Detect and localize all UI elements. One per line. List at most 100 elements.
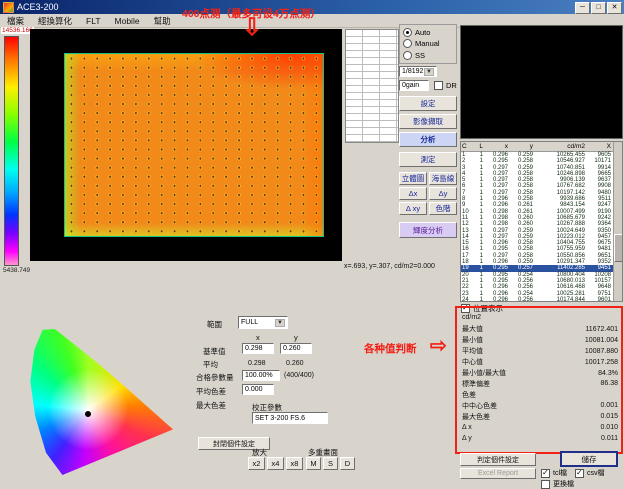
- solid-view-button[interactable]: 立體圖: [399, 172, 427, 185]
- capture-button[interactable]: 影像擷取: [399, 114, 457, 129]
- position-display-label: 位置表示: [473, 303, 503, 314]
- pass-rate-label: 合格參數量: [196, 372, 234, 383]
- chevron-down-icon[interactable]: ▼: [424, 68, 434, 76]
- file-option-checkbox[interactable]: [541, 469, 550, 478]
- file-option-row[interactable]: tcl檔: [541, 468, 567, 478]
- col-header-c[interactable]: C: [461, 142, 473, 151]
- radio-icon[interactable]: [403, 28, 412, 37]
- menu-item[interactable]: 幫助: [147, 15, 178, 27]
- color-steps-button[interactable]: 色階: [429, 202, 457, 215]
- pass-count: (400/400): [284, 372, 314, 379]
- annotation-side-text: 各种值判断: [364, 341, 417, 356]
- column-y-label: y: [294, 333, 298, 342]
- table-row[interactable]: 24 1 0.296 0.256 10174.844 9601: [461, 297, 622, 302]
- table-body: 1 1 0.296 0.259 10265.455 9605 2 1 0.295…: [461, 152, 622, 302]
- capture-mode-radio[interactable]: SS: [403, 51, 453, 60]
- multiview-button[interactable]: S: [323, 457, 338, 470]
- capture-mode-group: Auto Manual SS: [399, 24, 457, 64]
- file-options: tcl檔 csv檔 更換檔: [541, 468, 623, 489]
- cie-chromaticity-diagram: [28, 318, 186, 476]
- zoom-button[interactable]: x2: [248, 457, 265, 470]
- radio-icon[interactable]: [403, 51, 412, 60]
- col-header-x[interactable]: x: [483, 142, 508, 151]
- range-select[interactable]: FULL ▼: [238, 316, 288, 329]
- result-item: 最大色差 0.015: [462, 411, 618, 422]
- dr-checkbox-row[interactable]: DR: [434, 81, 457, 90]
- file-option-row[interactable]: 更換檔: [541, 479, 574, 489]
- maximize-button[interactable]: □: [591, 2, 606, 14]
- radio-label: Manual: [415, 39, 440, 48]
- contour-view-button[interactable]: 海島線: [429, 172, 457, 185]
- cie-horseshoe: [28, 318, 186, 476]
- result-item: 標準偏差 86.38: [462, 378, 618, 389]
- delta-x-button[interactable]: Δx: [399, 187, 427, 200]
- excel-report-button[interactable]: Excel Report: [460, 468, 536, 479]
- gain-field[interactable]: 0gain: [399, 80, 429, 91]
- delta-y-button[interactable]: Δy: [429, 187, 457, 200]
- gain-value: 0gain: [402, 82, 419, 89]
- position-display-row[interactable]: 位置表示: [461, 303, 503, 314]
- radio-label: Auto: [415, 28, 430, 37]
- save-button[interactable]: 儲存: [560, 451, 618, 467]
- average-y-value: 0.260: [286, 360, 304, 367]
- result-item: 最大值 11672.401: [462, 324, 618, 335]
- pass-rate-field[interactable]: 100.00%: [242, 370, 280, 381]
- luminance-heatmap[interactable]: [64, 53, 324, 237]
- file-option-checkbox[interactable]: [541, 480, 550, 489]
- analyze-button[interactable]: 分析: [399, 132, 457, 147]
- multiview-button[interactable]: M: [306, 457, 321, 470]
- dr-checkbox[interactable]: [434, 81, 443, 90]
- scrollbar-thumb[interactable]: [614, 234, 623, 262]
- file-option-label: csv檔: [587, 468, 605, 478]
- close-button[interactable]: ✕: [607, 2, 622, 14]
- delta-xy-button[interactable]: Δ xy: [399, 202, 427, 215]
- multiview-button[interactable]: D: [340, 457, 355, 470]
- measurement-table[interactable]: C L x y cd/m2 X 1 1 0.296 0.259 10265.45…: [460, 141, 623, 302]
- heatmap-canvas[interactable]: [30, 29, 342, 261]
- avg-diff-field[interactable]: 0.000: [242, 384, 274, 395]
- result-item: 最小值 10081.004: [462, 335, 618, 346]
- dr-label: DR: [446, 81, 457, 90]
- col-header-l[interactable]: L: [473, 142, 483, 151]
- table-header: C L x y cd/m2 X: [461, 142, 622, 152]
- results-unit: cd/m2: [462, 314, 618, 324]
- menu-item[interactable]: 檔案: [0, 15, 31, 27]
- reference-label: 基準值: [203, 346, 226, 357]
- reference-x-field[interactable]: 0.298: [242, 343, 274, 354]
- radio-icon[interactable]: [403, 39, 412, 48]
- col-header-cdm2[interactable]: cd/m2: [533, 142, 585, 151]
- file-option-row[interactable]: csv檔: [575, 468, 605, 478]
- file-option-checkbox[interactable]: [575, 469, 584, 478]
- zoom-button[interactable]: x8: [286, 457, 303, 470]
- capture-mode-radio[interactable]: Auto: [403, 28, 453, 37]
- range-label: 範圍: [207, 319, 222, 330]
- measure-button[interactable]: 測定: [399, 152, 457, 167]
- window-title: ACE3-200: [17, 2, 59, 12]
- max-diff-label: 最大色差: [196, 400, 226, 411]
- calibration-field[interactable]: SET 3-200 FS.6: [252, 412, 328, 424]
- menu-item[interactable]: 經換算化: [31, 15, 79, 27]
- judge-settings-button[interactable]: 判定個件設定: [460, 453, 536, 466]
- chevron-down-icon[interactable]: ▼: [275, 319, 285, 327]
- luminance-analysis-button[interactable]: 輝度分析: [399, 222, 457, 238]
- col-header-y[interactable]: y: [508, 142, 533, 151]
- reference-y-field[interactable]: 0.260: [280, 343, 312, 354]
- capture-mode-radio[interactable]: Manual: [403, 39, 453, 48]
- result-item: 色差: [462, 389, 618, 400]
- camera-preview: [460, 25, 623, 139]
- scale-min-value: 5438.749: [3, 267, 30, 274]
- settings-button[interactable]: 設定: [399, 96, 457, 111]
- empty-data-grid: [345, 29, 399, 143]
- app-icon: [3, 2, 14, 13]
- menu-item[interactable]: FLT: [79, 16, 107, 26]
- menu-item[interactable]: Mobile: [108, 16, 147, 26]
- col-header-X[interactable]: X: [585, 142, 613, 151]
- zoom-buttons: x2x4x8: [248, 457, 303, 470]
- avg-diff-label: 平均色差: [196, 386, 226, 397]
- table-scrollbar[interactable]: [613, 142, 622, 301]
- minimize-button[interactable]: ─: [575, 2, 590, 14]
- result-item: 最小值/最大值 84.3%: [462, 368, 618, 379]
- zoom-button[interactable]: x4: [267, 457, 284, 470]
- shutter-select[interactable]: 1/8192 ▼: [399, 66, 437, 77]
- position-display-checkbox[interactable]: [461, 304, 470, 313]
